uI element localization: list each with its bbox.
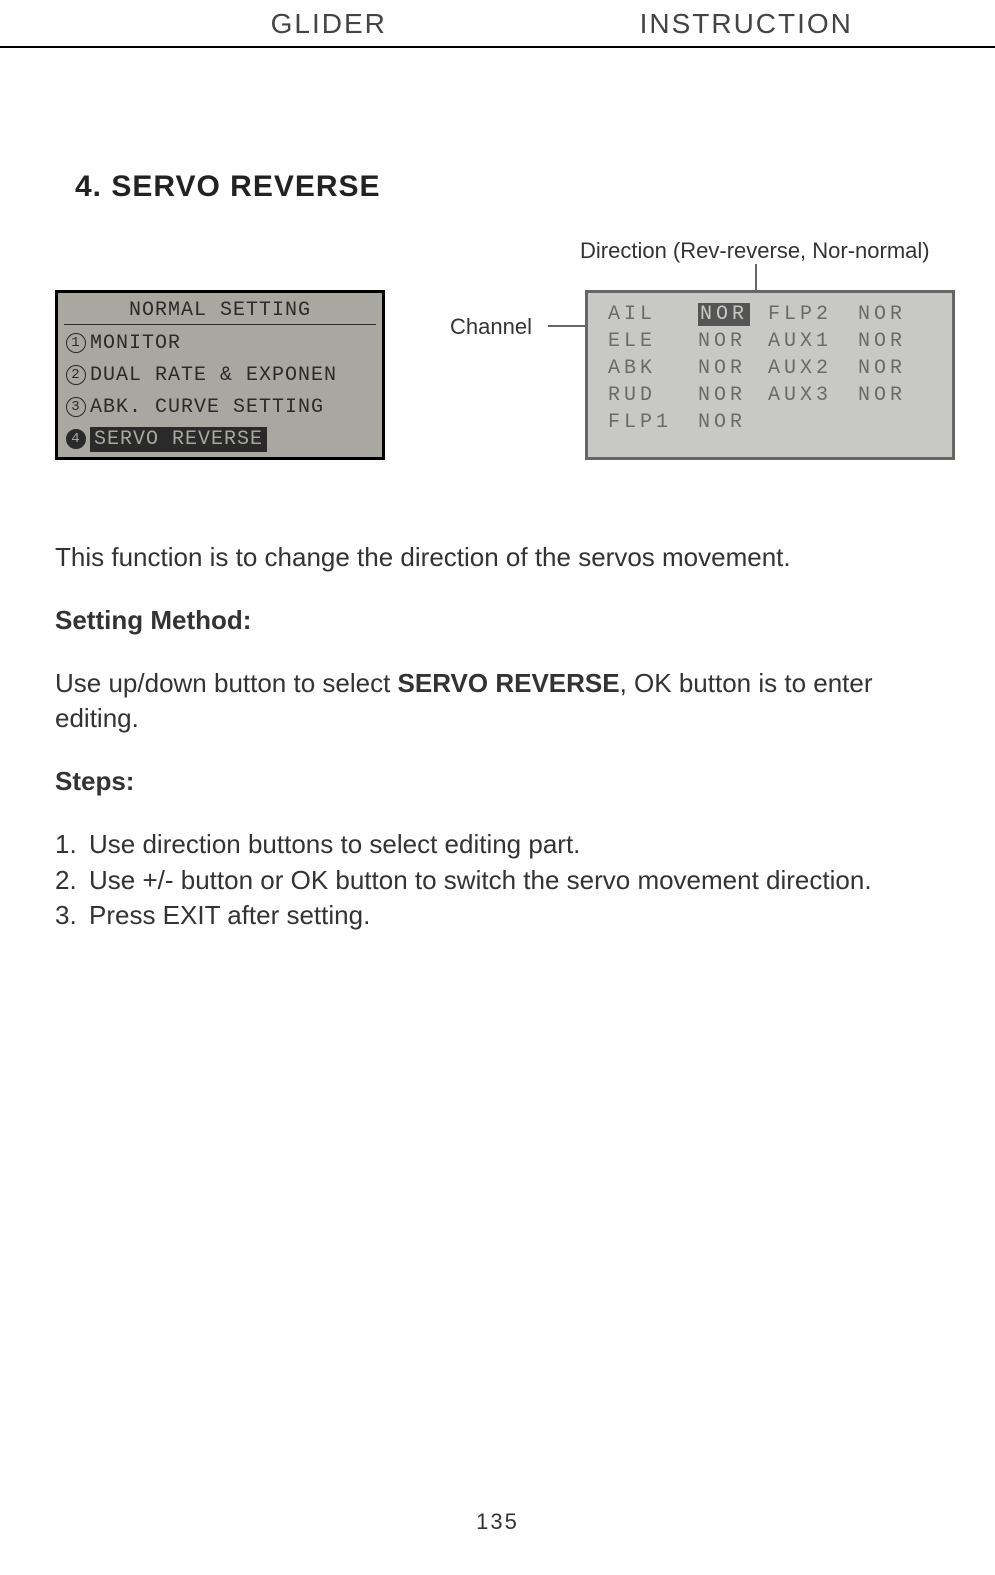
setting-method-text: Use up/down button to select SERVO REVER… bbox=[55, 666, 940, 736]
servo-direction: NOR bbox=[858, 330, 918, 353]
lcd-menu-item-label: MONITOR bbox=[90, 332, 181, 355]
lcd-menu-item-number: 2 bbox=[66, 365, 86, 385]
servo-channel: FLP2 bbox=[768, 303, 848, 326]
lcd-menu-item-selected: 4 SERVO REVERSE bbox=[66, 425, 382, 453]
servo-direction: NOR bbox=[698, 357, 758, 380]
lcd-menu-item: 2 DUAL RATE & EXPONEN bbox=[66, 361, 382, 389]
servo-channel: AUX1 bbox=[768, 330, 848, 353]
servo-channel: ABK bbox=[608, 357, 688, 380]
step-item: 2.Use +/- button or OK button to switch … bbox=[55, 863, 940, 898]
servo-direction: NOR bbox=[698, 330, 758, 353]
servo-channel: RUD bbox=[608, 384, 688, 407]
page-number: 135 bbox=[0, 1509, 995, 1535]
step-item: 3.Press EXIT after setting. bbox=[55, 898, 940, 933]
servo-direction: NOR bbox=[698, 384, 758, 407]
header-right: INSTRUCTION bbox=[538, 0, 995, 46]
steps-list: 1.Use direction buttons to select editin… bbox=[55, 827, 940, 932]
servo-direction: NOR bbox=[698, 411, 758, 434]
lcd-menu-screenshot: NORMAL SETTING 1 MONITOR 2 DUAL RATE & E… bbox=[55, 290, 385, 460]
header-left: GLIDER bbox=[0, 0, 538, 46]
lcd-servo-screenshot: AIL NOR FLP2 NOR ELE NOR AUX1 NOR ABK NO… bbox=[585, 290, 955, 460]
lcd-menu-item-number: 3 bbox=[66, 397, 86, 417]
body-text: This function is to change the direction… bbox=[55, 540, 940, 933]
lcd-menu-item-label: DUAL RATE & EXPONEN bbox=[90, 364, 337, 387]
servo-direction-selected: NOR bbox=[698, 303, 758, 326]
servo-channel bbox=[768, 411, 848, 434]
annotation-direction: Direction (Rev-reverse, Nor-normal) bbox=[580, 238, 930, 264]
lcd-menu-item: 3 ABK. CURVE SETTING bbox=[66, 393, 382, 421]
lcd-menu-item-label: SERVO REVERSE bbox=[90, 427, 267, 452]
servo-direction: NOR bbox=[858, 357, 918, 380]
servo-channel: ELE bbox=[608, 330, 688, 353]
lcd-menu-item-number: 1 bbox=[66, 333, 86, 353]
servo-direction: NOR bbox=[858, 384, 918, 407]
setting-method-heading: Setting Method: bbox=[55, 603, 940, 638]
lcd-menu-title: NORMAL SETTING bbox=[58, 299, 382, 322]
lcd-menu-item-label: ABK. CURVE SETTING bbox=[90, 396, 324, 419]
intro-paragraph: This function is to change the direction… bbox=[55, 540, 940, 575]
lcd-menu-item: 1 MONITOR bbox=[66, 329, 382, 357]
servo-direction: NOR bbox=[858, 303, 918, 326]
annotation-channel: Channel bbox=[450, 314, 532, 340]
steps-heading: Steps: bbox=[55, 764, 940, 799]
servo-channel: FLP1 bbox=[608, 411, 688, 434]
step-item: 1.Use direction buttons to select editin… bbox=[55, 827, 940, 862]
page-header: GLIDER INSTRUCTION bbox=[0, 0, 995, 48]
lcd-menu-item-number: 4 bbox=[66, 429, 86, 449]
servo-channel: AIL bbox=[608, 303, 688, 326]
section-title: 4. SERVO REVERSE bbox=[75, 170, 381, 204]
servo-channel: AUX3 bbox=[768, 384, 848, 407]
servo-direction bbox=[858, 411, 918, 434]
servo-channel: AUX2 bbox=[768, 357, 848, 380]
